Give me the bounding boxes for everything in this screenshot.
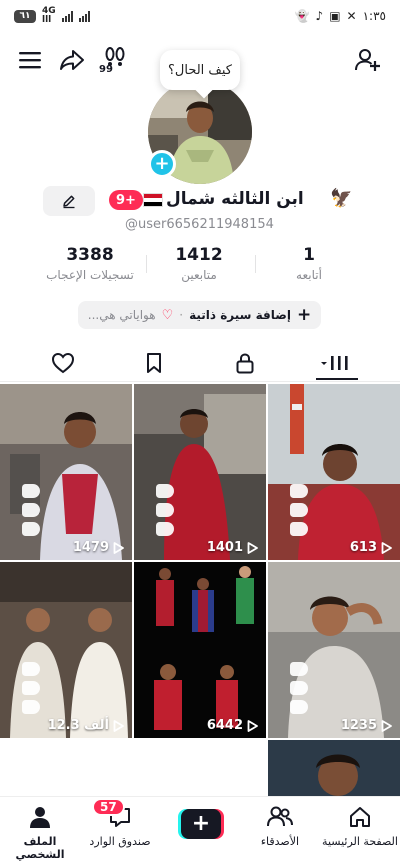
bio-separator: · — [179, 308, 184, 322]
view-count: 1235 — [268, 718, 392, 733]
heart-icon — [51, 352, 75, 374]
video-thumbnail[interactable]: 1479 — [0, 384, 132, 560]
stat-followers-value: 1412 — [175, 245, 223, 265]
hands-stickers — [22, 662, 40, 714]
home-icon — [350, 807, 370, 827]
add-story-button[interactable]: + — [148, 150, 176, 178]
nav-home-label: الصفحة الرئيسية — [322, 835, 398, 848]
stat-following[interactable]: 1 أتابعه — [254, 245, 364, 282]
view-count: 613 — [268, 540, 392, 555]
add-bio-button[interactable]: + إضافة سيرة ذاتية · ♡ هواياتي هي... — [78, 301, 321, 329]
tab-private[interactable] — [225, 348, 265, 378]
active-tab-indicator — [316, 378, 358, 380]
play-icon — [247, 719, 258, 732]
nav-profile[interactable]: الملف الشخصي — [0, 805, 80, 861]
profile-avatar-wrap: + — [148, 80, 252, 184]
tab-videos[interactable] — [315, 348, 359, 378]
edit-profile-button[interactable] — [43, 186, 95, 216]
add-bio-label: إضافة سيرة ذاتية — [189, 308, 291, 322]
egypt-flag-icon — [143, 193, 163, 207]
clock: ١:٣٥ — [362, 9, 386, 23]
stat-likes-label: تسجيلات الإعجاب — [46, 268, 134, 282]
view-count: 1401 — [134, 540, 258, 555]
play-icon — [113, 719, 124, 732]
tab-liked[interactable] — [43, 348, 83, 378]
tab-favorites[interactable] — [134, 348, 174, 378]
create-button[interactable]: + — [178, 809, 224, 839]
profile-stats: 3388 تسجيلات الإعجاب 1412 متابعين 1 أتاب… — [0, 245, 400, 287]
plus-icon: + — [181, 809, 221, 839]
view-count: 6442 — [134, 718, 258, 733]
inbox-badge: 57 — [92, 798, 125, 816]
profile-name-row: 9+ ابن الثالثه شمال 🦅 — [0, 186, 400, 216]
video-thumbnail[interactable]: 6442 — [134, 562, 266, 738]
video-thumbnail[interactable]: 613 — [268, 384, 400, 560]
snapchat-icon: 👻 — [294, 9, 310, 23]
profile-filled-icon — [30, 807, 50, 828]
pencil-icon — [63, 195, 75, 209]
content-tabs — [0, 344, 400, 382]
hands-stickers — [290, 662, 308, 714]
eagle-icon: 🦅 — [330, 188, 353, 209]
video-thumbnail[interactable]: 12.3 ألف — [0, 562, 132, 738]
friends-icon — [267, 806, 293, 827]
stat-likes-value: 3388 — [66, 245, 114, 265]
play-icon — [113, 541, 124, 554]
menu-icon[interactable] — [16, 46, 44, 74]
status-right: 👻 ♪ ▣ ✕ ١:٣٥ — [295, 9, 386, 23]
signal-bars-icon-2 — [78, 10, 90, 22]
bookmark-icon — [147, 353, 161, 373]
nav-home[interactable]: الصفحة الرئيسية — [320, 805, 400, 848]
bottom-nav: الملف الشخصي صندوق الوارد + الأصدقاء الص… — [0, 796, 400, 866]
video-thumbnail[interactable] — [268, 740, 400, 796]
battery-indicator: ٦١ — [14, 9, 36, 23]
stat-following-label: أتابعه — [296, 268, 322, 282]
hands-stickers — [22, 484, 40, 536]
status-left: ٦١ 4G lll — [14, 7, 90, 25]
status-bar: ٦١ 4G lll 👻 ♪ ▣ ✕ ١:٣٥ — [0, 0, 400, 32]
video-thumbnail[interactable]: 1401 — [134, 384, 266, 560]
view-count: 12.3 ألف — [0, 718, 124, 733]
video-thumbnail[interactable]: 1235 — [268, 562, 400, 738]
lock-icon — [236, 353, 254, 374]
view-count: 1479 — [0, 540, 124, 555]
play-icon — [381, 541, 392, 554]
profile-name: ابن الثالثه شمال — [166, 189, 304, 209]
plus-icon: + — [296, 305, 312, 325]
videos-grid-icon — [321, 356, 348, 370]
status-tooltip[interactable]: كيف الحال؟ — [160, 50, 240, 90]
tiktok-icon: ♪ — [315, 9, 324, 23]
nav-friends[interactable]: الأصدقاء — [240, 805, 320, 848]
svg-text:99: 99 — [99, 64, 113, 74]
play-icon — [247, 541, 258, 554]
network-indicator: 4G lll — [42, 6, 56, 25]
stat-followers-label: متابعين — [181, 268, 217, 282]
hobbies-label: هواياتي هي... — [87, 308, 156, 322]
stat-followers[interactable]: 1412 متابعين — [144, 245, 254, 282]
heart-outline-icon: ♡ — [161, 307, 174, 323]
nav-friends-label: الأصدقاء — [260, 835, 300, 848]
x-icon: ✕ — [346, 9, 357, 23]
play-icon — [381, 719, 392, 732]
stat-likes[interactable]: 3388 تسجيلات الإعجاب — [35, 245, 145, 282]
username: @user6656211948154 — [125, 217, 274, 232]
nav-profile-label: الملف الشخصي — [15, 835, 65, 861]
hands-stickers — [156, 484, 174, 536]
share-icon[interactable] — [58, 46, 86, 74]
signal-bars-icon — [61, 10, 73, 22]
add-user-icon[interactable] — [354, 46, 382, 74]
notification-badge[interactable]: 9+ — [109, 190, 143, 210]
nav-inbox-label: صندوق الوارد — [89, 835, 151, 848]
gallery-icon: ▣ — [329, 9, 341, 23]
footprints-icon[interactable]: 99 — [98, 46, 130, 74]
stat-following-value: 1 — [303, 245, 315, 265]
hands-stickers — [290, 484, 308, 536]
